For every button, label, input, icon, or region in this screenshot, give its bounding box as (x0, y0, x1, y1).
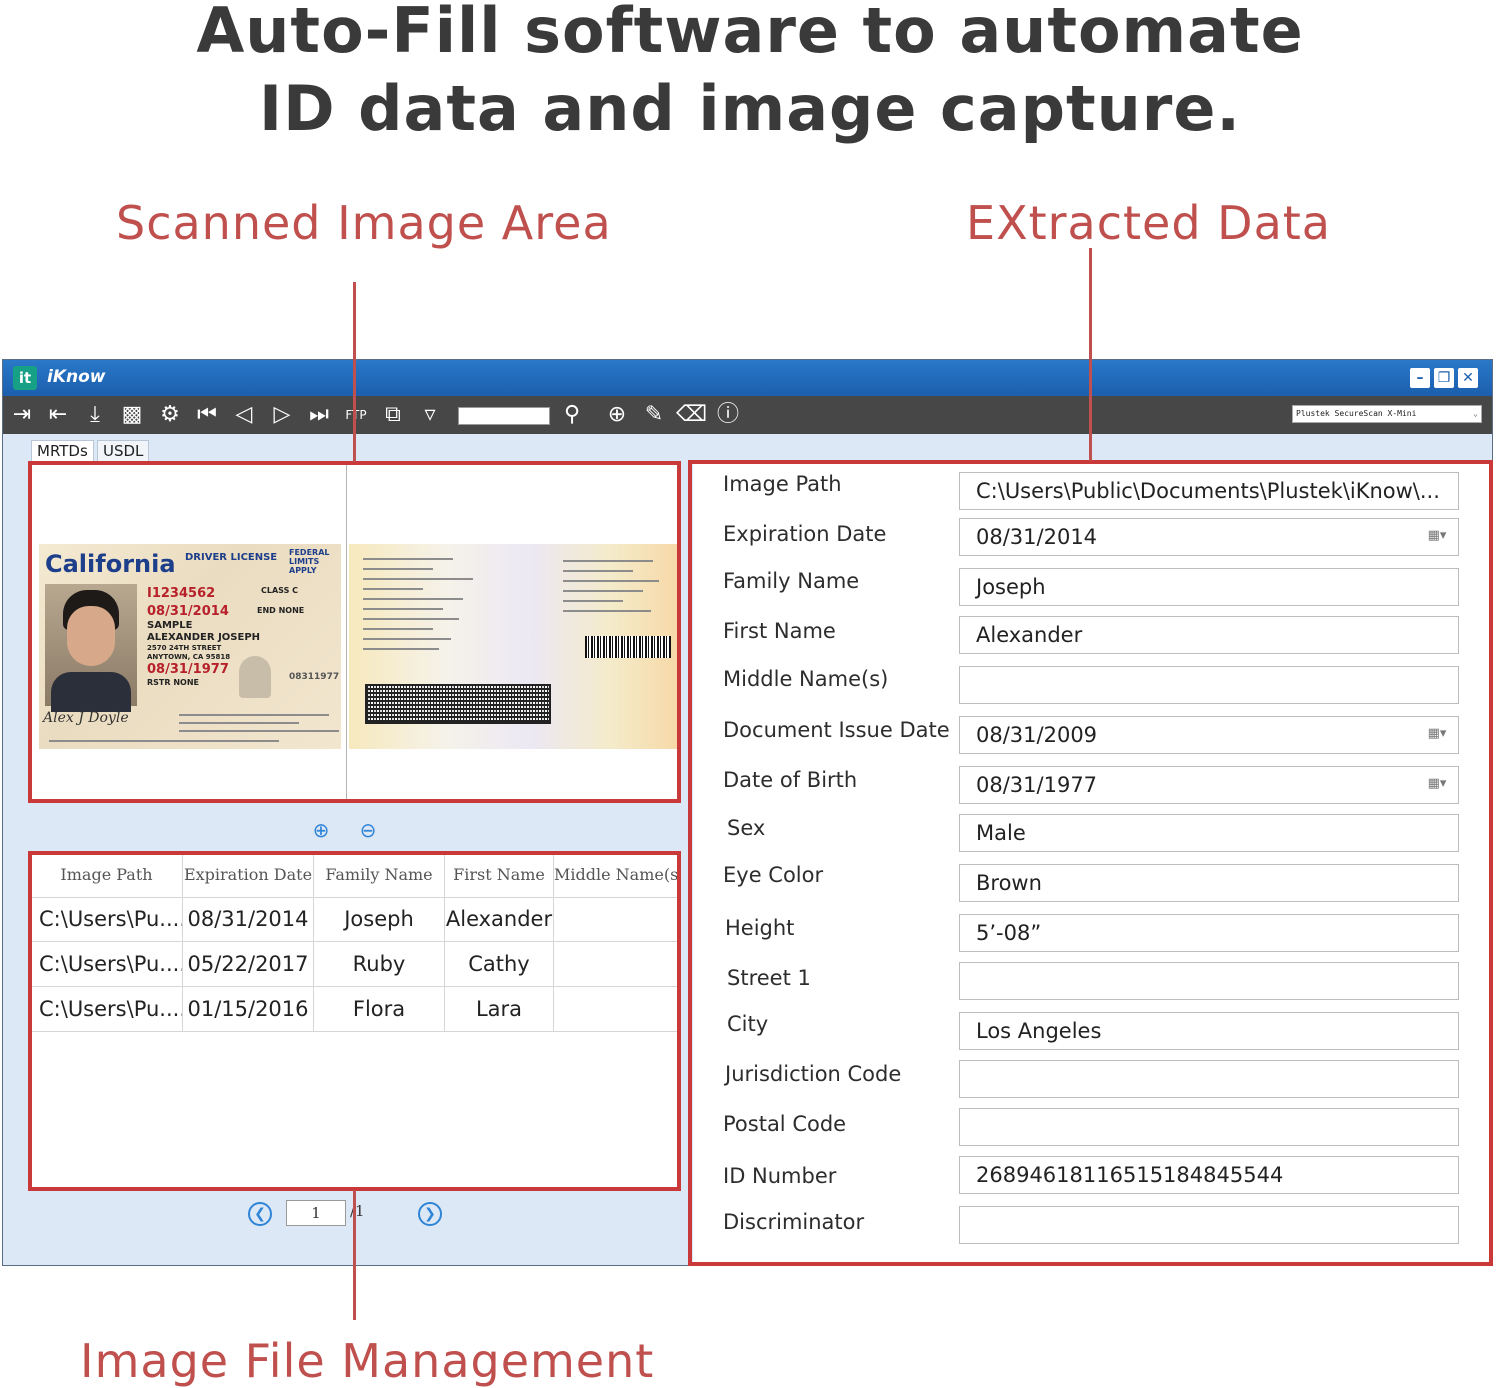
minimize-icon[interactable]: – (1410, 368, 1430, 388)
scanner-select-value: Plustek SecureScan X-Mini (1296, 409, 1417, 418)
highlight-image-file-management (28, 851, 681, 1191)
filter-icon[interactable]: ▿ (415, 400, 445, 430)
delete-icon[interactable]: ▩ (117, 400, 147, 430)
app-logo-icon: it (13, 366, 37, 390)
title-bar: it iKnow – ❐ ✕ (3, 360, 1492, 396)
zoom-out-icon[interactable]: ⊖ (356, 818, 380, 842)
toolbar: ⇥ ⇤ ⤓ ▩ ⚙ ⏮ ◁ ▷ ⏭ FTP ⧉ ▿ ⚲ ⊕ ✎ ⌫ ⓘ Plus… (3, 396, 1492, 434)
page-number-input[interactable]: 1 (286, 1200, 346, 1226)
callout-line-scanned (353, 282, 356, 462)
settings-icon[interactable]: ⚙ (155, 400, 185, 430)
callout-line-file-management (353, 1190, 356, 1320)
crosshair-icon[interactable]: ⊕ (602, 400, 632, 430)
tab-usdl[interactable]: USDL (97, 440, 150, 462)
highlight-scanned-image-area (28, 461, 681, 803)
callout-scanned-image-area: Scanned Image Area (116, 196, 612, 250)
ftp-icon[interactable]: FTP (341, 400, 371, 430)
next-icon[interactable]: ▷ (267, 400, 297, 430)
restore-icon[interactable]: ❐ (1434, 368, 1454, 388)
export-icon[interactable]: ⇥ (7, 400, 37, 430)
toolbar-search-input[interactable] (458, 407, 550, 425)
close-icon[interactable]: ✕ (1458, 368, 1478, 388)
search-icon[interactable]: ⚲ (557, 400, 587, 430)
download-icon[interactable]: ⤓ (80, 400, 110, 430)
eraser-icon[interactable]: ⌫ (676, 400, 707, 430)
previous-page-icon[interactable]: ❮ (248, 1202, 272, 1226)
info-icon[interactable]: ⓘ (713, 400, 743, 430)
callout-image-file-management: Image File Management (80, 1334, 655, 1388)
chevron-down-icon: ⌄ (1473, 409, 1478, 418)
last-page-icon[interactable]: ⏭ (304, 400, 334, 430)
first-page-icon[interactable]: ⏮ (192, 400, 222, 430)
import-icon[interactable]: ⇤ (43, 400, 73, 430)
highlight-extracted-data (688, 460, 1493, 1266)
copy-icon[interactable]: ⧉ (378, 400, 408, 430)
callout-extracted-data: EXtracted Data (966, 196, 1331, 250)
tab-mrtds[interactable]: MRTDs (31, 440, 94, 462)
callout-line-extracted (1089, 248, 1092, 461)
scanner-select[interactable]: Plustek SecureScan X-Mini ⌄ (1292, 405, 1482, 423)
previous-icon[interactable]: ◁ (229, 400, 259, 430)
headline-line-2: ID data and image capture. (259, 72, 1241, 145)
zoom-in-icon[interactable]: ⊕ (309, 818, 333, 842)
headline-line-1: Auto-Fill software to automate (196, 0, 1304, 67)
next-page-icon[interactable]: ❯ (418, 1202, 442, 1226)
app-name: iKnow (47, 367, 106, 387)
edit-icon[interactable]: ✎ (639, 400, 669, 430)
